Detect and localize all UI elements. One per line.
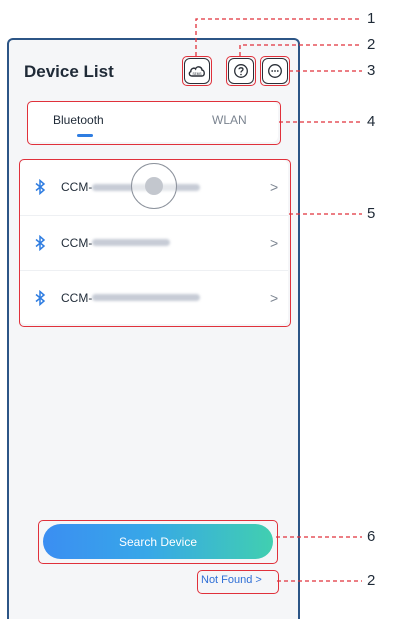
callout-number: 1 — [367, 10, 376, 27]
callout-number: 3 — [367, 62, 376, 79]
callout-number: 4 — [367, 113, 376, 130]
callout-number: 5 — [367, 205, 376, 222]
callout-number: 2 — [367, 572, 376, 589]
callout-number: 6 — [367, 528, 376, 545]
callout-number: 2 — [367, 36, 376, 53]
callout-leader-lines — [195, 18, 362, 582]
